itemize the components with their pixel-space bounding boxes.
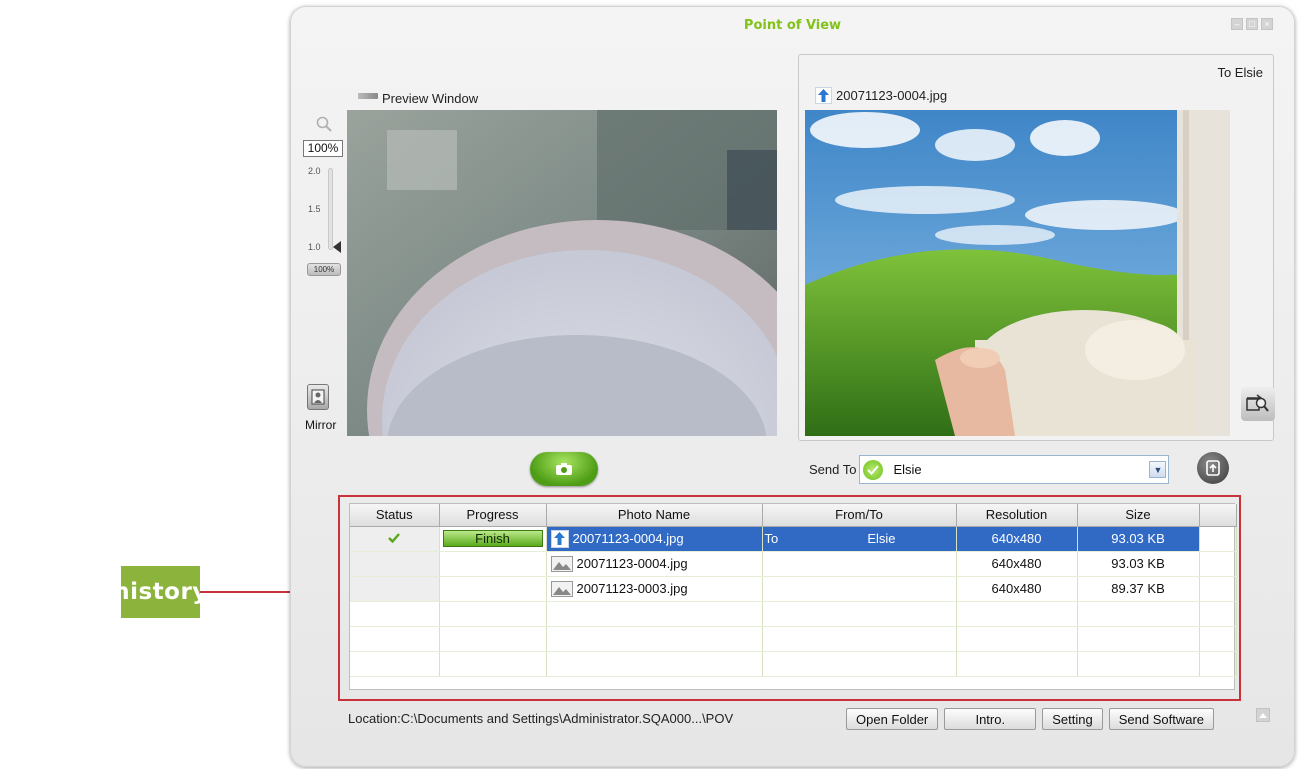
column-header-photo-name[interactable]: Photo Name bbox=[546, 504, 763, 527]
contact-text: Elsie bbox=[867, 531, 896, 546]
zoom-reset-button[interactable]: 100% bbox=[307, 263, 341, 276]
send-to-label: Send To bbox=[809, 462, 857, 477]
mirror-icon bbox=[311, 389, 325, 405]
search-icon[interactable] bbox=[316, 116, 332, 132]
image-file-icon bbox=[550, 580, 573, 598]
photo-name-cell: 20071123-0004.jpg bbox=[546, 551, 763, 577]
stage: history Point of View – □ × Preview Wind… bbox=[0, 0, 1300, 769]
progress-cell bbox=[439, 576, 547, 602]
send-to-row: Send To Elsie ▼ bbox=[809, 455, 1170, 484]
send-software-button[interactable]: Send Software bbox=[1108, 708, 1215, 730]
empty-row bbox=[350, 626, 1237, 652]
window-controls: – □ × bbox=[1231, 18, 1273, 30]
setting-button[interactable]: Setting bbox=[1042, 708, 1103, 730]
history-header-row: Status Progress Photo Name From/To Resol… bbox=[350, 504, 1237, 527]
resolution-cell: 640x480 bbox=[956, 576, 1078, 602]
history-table: Status Progress Photo Name From/To Resol… bbox=[349, 503, 1237, 690]
status-cell bbox=[350, 526, 440, 552]
camera-icon bbox=[556, 463, 572, 475]
upload-arrow-icon bbox=[550, 529, 569, 548]
photo-name-text: 20071123-0004.jpg bbox=[576, 556, 688, 571]
send-icon bbox=[1206, 460, 1220, 476]
zoom-tick-1: 1.0 bbox=[308, 242, 321, 252]
history-callout-label: history bbox=[113, 566, 207, 618]
size-cell: 93.03 KB bbox=[1077, 551, 1200, 577]
empty-row bbox=[350, 651, 1237, 677]
zoom-view-button[interactable] bbox=[1241, 387, 1275, 421]
column-header-progress[interactable]: Progress bbox=[439, 504, 547, 527]
open-folder-button[interactable]: Open Folder bbox=[846, 708, 939, 730]
progress-cell bbox=[439, 551, 547, 577]
progress-finish-bar: Finish bbox=[442, 530, 543, 547]
filler-cell bbox=[1199, 576, 1237, 602]
zoom-tick-2: 2.0 bbox=[308, 166, 321, 176]
window-title: Point of View bbox=[743, 18, 842, 33]
footer-button-group: Open Folder Intro. Setting Send Software bbox=[846, 708, 1215, 730]
collapse-icon[interactable] bbox=[1256, 708, 1270, 722]
check-icon bbox=[388, 533, 401, 544]
progress-cell: Finish bbox=[439, 526, 547, 552]
webcam-preview-image bbox=[347, 110, 777, 436]
image-file-icon bbox=[550, 555, 573, 573]
close-button[interactable]: × bbox=[1261, 18, 1273, 30]
photo-name-text: 20071123-0004.jpg bbox=[572, 531, 684, 546]
column-header-status[interactable]: Status bbox=[350, 504, 440, 527]
from-to-cell: To Elsie bbox=[762, 526, 957, 552]
column-header-size[interactable]: Size bbox=[1077, 504, 1200, 527]
status-cell bbox=[350, 576, 440, 602]
column-header-filler bbox=[1199, 504, 1237, 527]
photo-name-text: 20071123-0003.jpg bbox=[576, 581, 688, 596]
from-to-cell bbox=[762, 551, 957, 577]
received-photo-image bbox=[805, 110, 1230, 436]
minimize-button[interactable]: – bbox=[1231, 18, 1243, 30]
chevron-down-icon[interactable]: ▼ bbox=[1149, 461, 1167, 478]
table-row[interactable]: 20071123-0004.jpg 640x480 93.03 KB bbox=[350, 551, 1237, 577]
column-header-from-to[interactable]: From/To bbox=[762, 504, 957, 527]
resolution-cell: 640x480 bbox=[956, 526, 1078, 552]
zoom-slider[interactable] bbox=[328, 168, 333, 250]
column-header-resolution[interactable]: Resolution bbox=[956, 504, 1078, 527]
mirror-label: Mirror bbox=[305, 418, 337, 432]
received-filename: 20071123-0004.jpg bbox=[815, 87, 947, 104]
zoom-tick-1-5: 1.5 bbox=[308, 204, 321, 214]
size-cell: 89.37 KB bbox=[1077, 576, 1200, 602]
send-button[interactable] bbox=[1197, 452, 1229, 484]
maximize-button[interactable]: □ bbox=[1246, 18, 1258, 30]
recipient-label: To Elsie bbox=[1217, 65, 1263, 80]
received-filename-text: 20071123-0004.jpg bbox=[836, 88, 948, 103]
empty-row bbox=[350, 601, 1237, 627]
direction-text: To bbox=[764, 531, 779, 546]
photo-name-cell: 20071123-0003.jpg bbox=[546, 576, 763, 602]
zoom-percent-display: 100% bbox=[303, 140, 343, 157]
photo-name-cell: 20071123-0004.jpg bbox=[546, 526, 763, 552]
status-cell bbox=[350, 551, 440, 577]
table-row[interactable]: 20071123-0003.jpg 640x480 89.37 KB bbox=[350, 576, 1237, 602]
location-path: Location:C:\Documents and Settings\Admin… bbox=[348, 711, 734, 726]
resolution-cell: 640x480 bbox=[956, 551, 1078, 577]
intro-button[interactable]: Intro. bbox=[944, 708, 1037, 730]
table-row[interactable]: Finish 20071123-0004.jpg To Elsie 640x48… bbox=[350, 526, 1237, 552]
preview-video-feed bbox=[347, 110, 777, 436]
from-to-cell bbox=[762, 576, 957, 602]
mirror-button[interactable] bbox=[307, 384, 329, 410]
contact-icon bbox=[863, 459, 884, 480]
preview-window-text: Preview Window bbox=[382, 91, 479, 106]
upload-arrow-icon bbox=[815, 87, 832, 104]
send-to-dropdown[interactable]: Elsie ▼ bbox=[859, 455, 1170, 484]
filler-cell bbox=[1199, 551, 1237, 577]
capture-button[interactable] bbox=[530, 452, 598, 486]
preview-window-label: Preview Window bbox=[358, 91, 478, 106]
zoom-slider-handle[interactable] bbox=[333, 241, 341, 253]
app-window: Point of View – □ × Preview Window 100% … bbox=[290, 6, 1295, 767]
zoom-view-icon bbox=[1246, 394, 1269, 412]
send-to-selected-value: Elsie bbox=[893, 462, 922, 477]
filler-cell bbox=[1199, 526, 1237, 552]
received-photo bbox=[805, 110, 1230, 436]
webcam-icon bbox=[358, 92, 378, 99]
size-cell: 93.03 KB bbox=[1077, 526, 1200, 552]
